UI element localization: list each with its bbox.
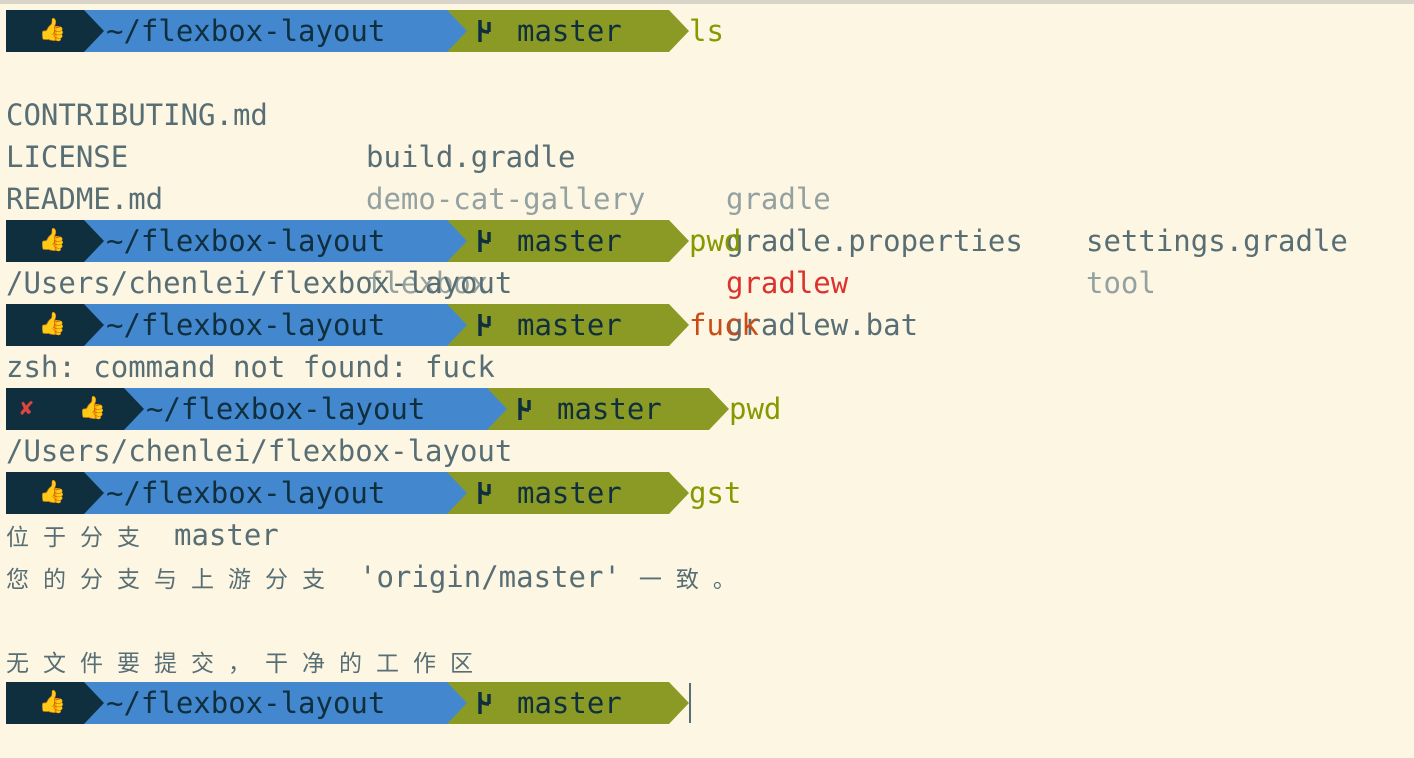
status-segment: 👍 bbox=[6, 304, 104, 346]
command-text: pwd bbox=[689, 224, 742, 258]
git-status-line: 您的分支与上游分支 'origin/master' 一致。 bbox=[6, 556, 750, 598]
segment-arrow bbox=[84, 220, 104, 262]
segment-arrow bbox=[487, 388, 507, 430]
thumbs-up-icon: 👍 bbox=[38, 312, 66, 337]
segment-arrow bbox=[669, 10, 689, 52]
cwd-label: ~/flexbox-layout bbox=[146, 392, 426, 426]
command-text: fuck bbox=[689, 308, 759, 342]
git-branch-icon bbox=[478, 482, 491, 504]
thumbs-up-icon: 👍 bbox=[38, 228, 66, 253]
git-status-branch: master bbox=[174, 518, 279, 552]
status-segment: 👍 bbox=[6, 10, 104, 52]
pwd-output: /Users/chenlei/flexbox-layout bbox=[6, 266, 513, 300]
branch-label: master bbox=[517, 14, 622, 48]
dir-segment: ~/flexbox-layout bbox=[84, 10, 467, 52]
list-item: gradlew bbox=[726, 266, 849, 300]
git-status-line: 位于分支 master bbox=[6, 514, 279, 556]
prompt-line: ✘ 👍 ~/flexbox-layout master pwd bbox=[6, 388, 781, 430]
segment-arrow bbox=[124, 388, 144, 430]
git-status-cjk: 位于分支 bbox=[6, 525, 154, 551]
branch-label: master bbox=[517, 686, 622, 720]
branch-label: master bbox=[517, 224, 622, 258]
git-branch-icon bbox=[518, 398, 531, 420]
git-segment: master bbox=[487, 388, 729, 430]
git-branch-icon bbox=[478, 230, 491, 252]
cwd-label: ~/flexbox-layout bbox=[106, 14, 386, 48]
list-item: settings.gradle bbox=[1086, 224, 1348, 258]
status-segment: 👍 bbox=[6, 682, 104, 724]
prompt-line: 👍 ~/flexbox-layout master fuck bbox=[6, 304, 759, 346]
status-segment: 👍 bbox=[6, 472, 104, 514]
status-segment: ✘ 👍 bbox=[6, 388, 144, 430]
branch-label: master bbox=[517, 308, 622, 342]
segment-arrow bbox=[669, 304, 689, 346]
terminal-window[interactable]: 👍 ~/flexbox-layout master ls CONTRIBUTIN… bbox=[0, 0, 1414, 758]
segment-arrow bbox=[669, 220, 689, 262]
prompt-line: 👍 ~/flexbox-layout master pwd bbox=[6, 220, 741, 262]
segment-arrow bbox=[447, 682, 467, 724]
git-status-cjk: 您的分支与上游分支 bbox=[6, 567, 339, 593]
thumbs-up-icon: 👍 bbox=[38, 480, 66, 505]
segment-arrow bbox=[669, 472, 689, 514]
pwd-output: /Users/chenlei/flexbox-layout bbox=[6, 434, 513, 468]
segment-arrow bbox=[84, 10, 104, 52]
command-text: ls bbox=[689, 14, 724, 48]
dir-segment: ~/flexbox-layout bbox=[84, 304, 467, 346]
command-text: gst bbox=[689, 476, 742, 510]
segment-arrow bbox=[447, 10, 467, 52]
git-branch-icon bbox=[478, 314, 491, 336]
segment-arrow bbox=[84, 682, 104, 724]
list-item: tool bbox=[1086, 266, 1156, 300]
thumbs-up-icon: 👍 bbox=[38, 18, 66, 43]
text-cursor[interactable] bbox=[689, 683, 691, 723]
git-branch-icon bbox=[478, 20, 491, 42]
thumbs-up-icon: 👍 bbox=[38, 690, 66, 715]
git-status-cjk: 一致。 bbox=[638, 567, 750, 593]
segment-arrow bbox=[447, 472, 467, 514]
branch-label: master bbox=[517, 476, 622, 510]
cwd-label: ~/flexbox-layout bbox=[106, 686, 386, 720]
error-cross-icon: ✘ bbox=[20, 396, 34, 421]
list-item: gradle.properties bbox=[726, 224, 1023, 258]
prompt-line: 👍 ~/flexbox-layout master gst bbox=[6, 472, 741, 514]
ls-output-row: README.md demo-playground gradlew bbox=[6, 136, 1406, 300]
dir-segment: ~/flexbox-layout bbox=[84, 220, 467, 262]
git-segment: master bbox=[447, 220, 689, 262]
prompt-line: 👍 ~/flexbox-layout master ls bbox=[6, 10, 724, 52]
status-segment: 👍 bbox=[6, 220, 104, 262]
git-status-line: 无文件要提交，干净的工作区 bbox=[6, 640, 487, 682]
git-segment: master bbox=[447, 10, 689, 52]
git-segment: master bbox=[447, 682, 689, 724]
segment-arrow bbox=[84, 304, 104, 346]
ls-output-row: LICENSE demo-cat-gallery gradle.properti… bbox=[6, 94, 1406, 300]
git-segment: master bbox=[447, 304, 689, 346]
cwd-label: ~/flexbox-layout bbox=[106, 224, 386, 258]
git-status-cjk: 无文件要提交，干净的工作区 bbox=[6, 651, 487, 677]
cwd-label: ~/flexbox-layout bbox=[106, 308, 386, 342]
segment-arrow bbox=[709, 388, 729, 430]
segment-arrow bbox=[447, 220, 467, 262]
ls-output-row: assets flexbox gradlew.bat bbox=[6, 178, 1406, 342]
cwd-label: ~/flexbox-layout bbox=[106, 476, 386, 510]
branch-label: master bbox=[557, 392, 662, 426]
segment-arrow bbox=[669, 682, 689, 724]
git-segment: master bbox=[447, 472, 689, 514]
dir-segment: ~/flexbox-layout bbox=[84, 472, 467, 514]
segment-arrow bbox=[84, 472, 104, 514]
command-text: pwd bbox=[729, 392, 782, 426]
dir-segment: ~/flexbox-layout bbox=[124, 388, 507, 430]
active-prompt-line[interactable]: 👍 ~/flexbox-layout master bbox=[6, 682, 691, 724]
git-branch-icon bbox=[478, 692, 491, 714]
dir-segment: ~/flexbox-layout bbox=[84, 682, 467, 724]
thumbs-up-icon: 👍 bbox=[78, 396, 106, 421]
git-status-ref: 'origin/master' bbox=[359, 560, 621, 594]
error-output: zsh: command not found: fuck bbox=[6, 350, 495, 384]
ls-output-row: CONTRIBUTING.md build.gradle gradle sett… bbox=[6, 52, 1406, 258]
segment-arrow bbox=[447, 304, 467, 346]
